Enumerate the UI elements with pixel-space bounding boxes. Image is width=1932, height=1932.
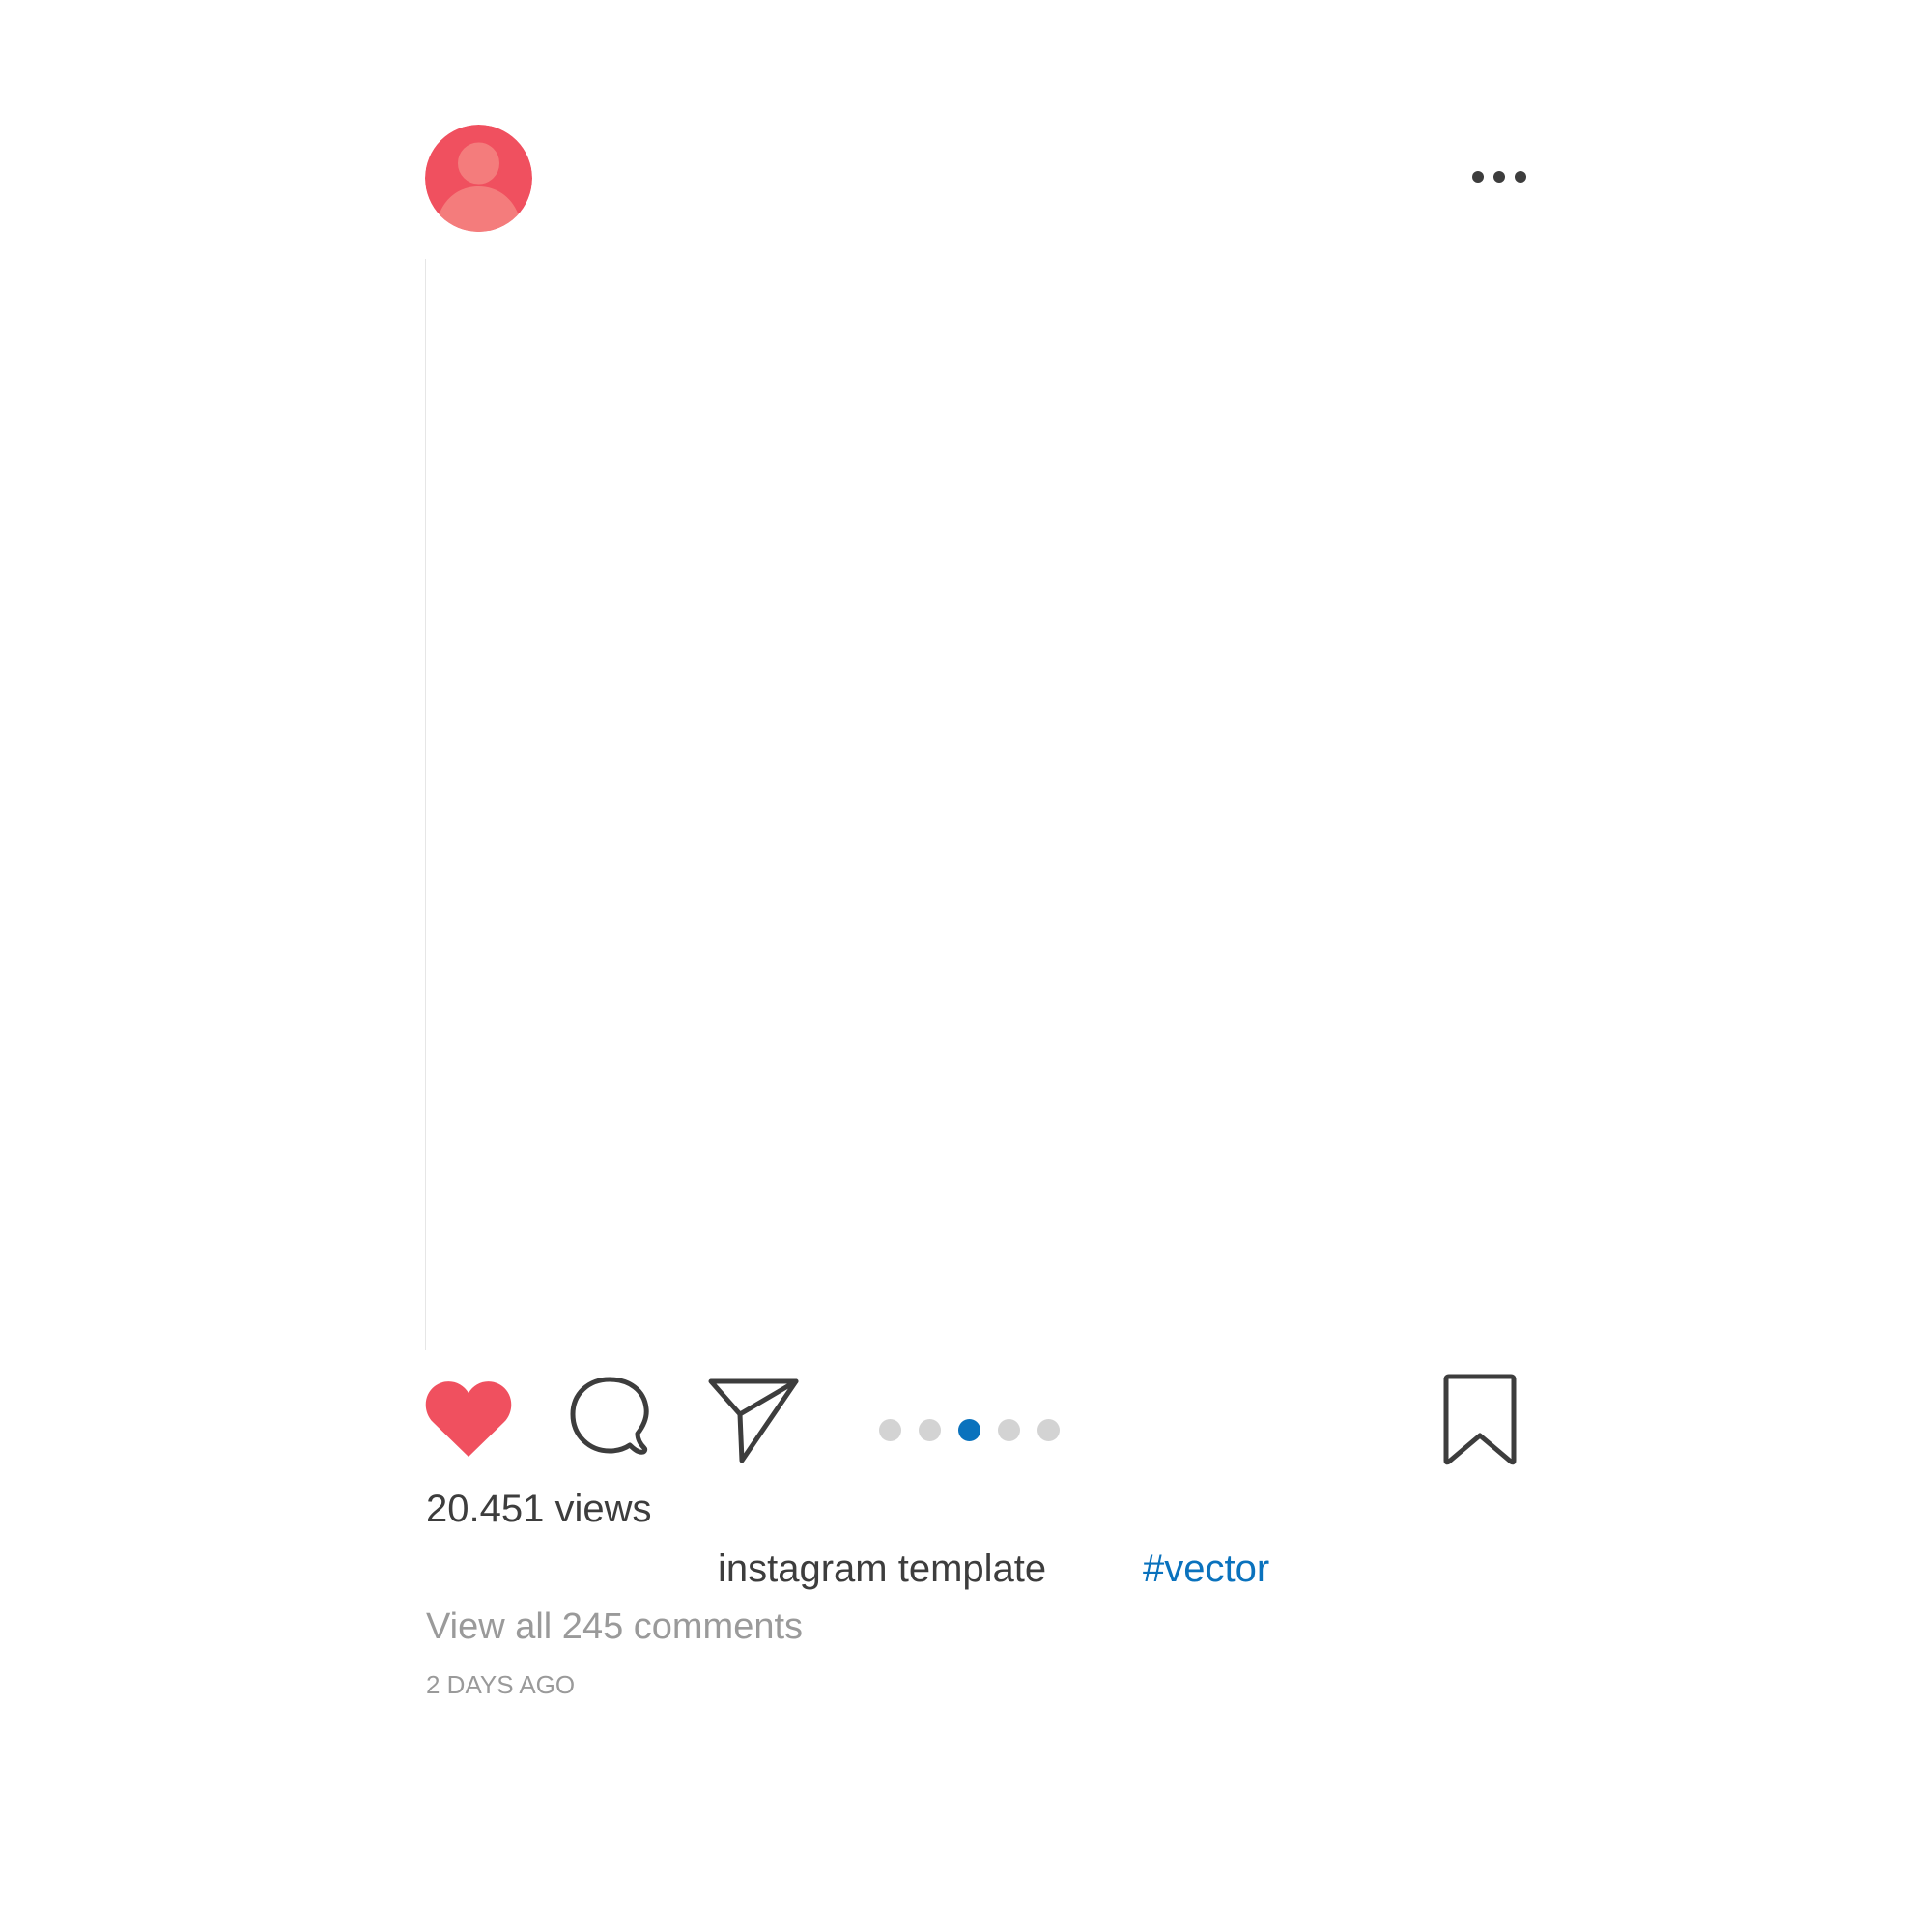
- heart-icon[interactable]: [425, 1379, 512, 1459]
- post-image[interactable]: [425, 259, 1527, 1350]
- view-comments-link[interactable]: View all 245 comments: [426, 1605, 803, 1649]
- user-avatar-icon[interactable]: [425, 125, 532, 232]
- carousel-dot-active[interactable]: [958, 1418, 980, 1441]
- bookmark-icon[interactable]: [1439, 1374, 1520, 1466]
- post-caption: instagram template: [718, 1548, 1047, 1590]
- paper-plane-icon[interactable]: [707, 1376, 800, 1464]
- views-count: 20.451 views: [426, 1488, 652, 1530]
- post-timestamp: 2 DAYS AGO: [426, 1670, 576, 1699]
- carousel-dot[interactable]: [998, 1418, 1020, 1441]
- speech-bubble-icon[interactable]: [568, 1376, 651, 1459]
- carousel-indicator: [879, 1417, 1060, 1442]
- more-options-icon[interactable]: [1470, 162, 1528, 191]
- carousel-dot[interactable]: [919, 1418, 941, 1441]
- hashtag-link[interactable]: #vector: [1143, 1546, 1269, 1592]
- carousel-dot[interactable]: [879, 1418, 901, 1441]
- carousel-dot[interactable]: [1037, 1418, 1060, 1441]
- post-card: 20.451 views instagram template #vector …: [0, 0, 1932, 1932]
